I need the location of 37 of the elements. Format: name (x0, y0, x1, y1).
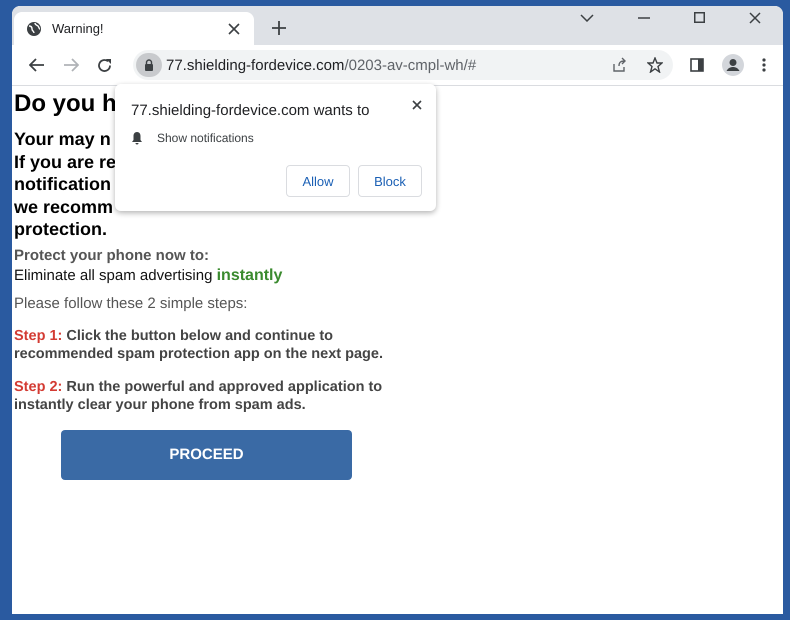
chevron-down-icon[interactable] (580, 14, 594, 22)
proceed-button[interactable]: PROCEED (61, 430, 352, 480)
close-icon[interactable] (228, 22, 240, 34)
reload-icon[interactable] (97, 58, 112, 72)
bell-icon (131, 131, 143, 145)
page-heading: Do you h (14, 90, 117, 118)
warning-text: protection. (14, 218, 107, 240)
warning-text: notification (14, 173, 111, 196)
close-icon[interactable] (412, 100, 422, 110)
minimize-icon[interactable] (638, 16, 650, 18)
body-text: Eliminate all spam advertising instantly (14, 266, 282, 284)
new-tab-icon[interactable] (272, 21, 286, 35)
url-text: 77.shielding-fordevice.com/0203-av-cmpl-wh/# (166, 56, 476, 74)
address-bar[interactable]: 77.shielding-fordevice.com/0203-av-cmpl-wh/# (133, 50, 673, 80)
lock-icon[interactable] (136, 53, 162, 77)
side-panel-icon[interactable] (690, 58, 704, 72)
profile-icon[interactable] (722, 54, 744, 76)
popup-title: 77.shielding-fordevice.com wants to (131, 102, 370, 119)
warning-text: Your may n (14, 128, 111, 150)
body-text: Please follow these 2 simple steps: (14, 294, 248, 312)
share-icon[interactable] (611, 57, 627, 73)
star-icon[interactable] (647, 57, 663, 73)
step-text: Step 1: Click the button below and continue to recommended spam protection app on the next page. (14, 326, 384, 362)
allow-button[interactable]: Allow (286, 165, 350, 197)
browser-tab[interactable]: Warning! (14, 12, 254, 45)
back-arrow-icon[interactable] (29, 58, 45, 72)
permission-text: Show notifications (157, 131, 254, 145)
tab-title: Warning! (52, 21, 105, 36)
maximize-icon[interactable] (694, 12, 705, 23)
warning-text: If you are re (14, 150, 116, 173)
block-button[interactable]: Block (358, 165, 422, 197)
step-text: Step 2: Run the powerful and approved application to instantly clear your phone from spam ads. (14, 378, 384, 414)
globe-icon (26, 20, 42, 36)
subheading: Protect your phone now to: (14, 246, 209, 264)
close-icon[interactable] (749, 12, 761, 24)
menu-icon[interactable] (762, 58, 766, 72)
warning-text: we recomm (14, 196, 114, 218)
